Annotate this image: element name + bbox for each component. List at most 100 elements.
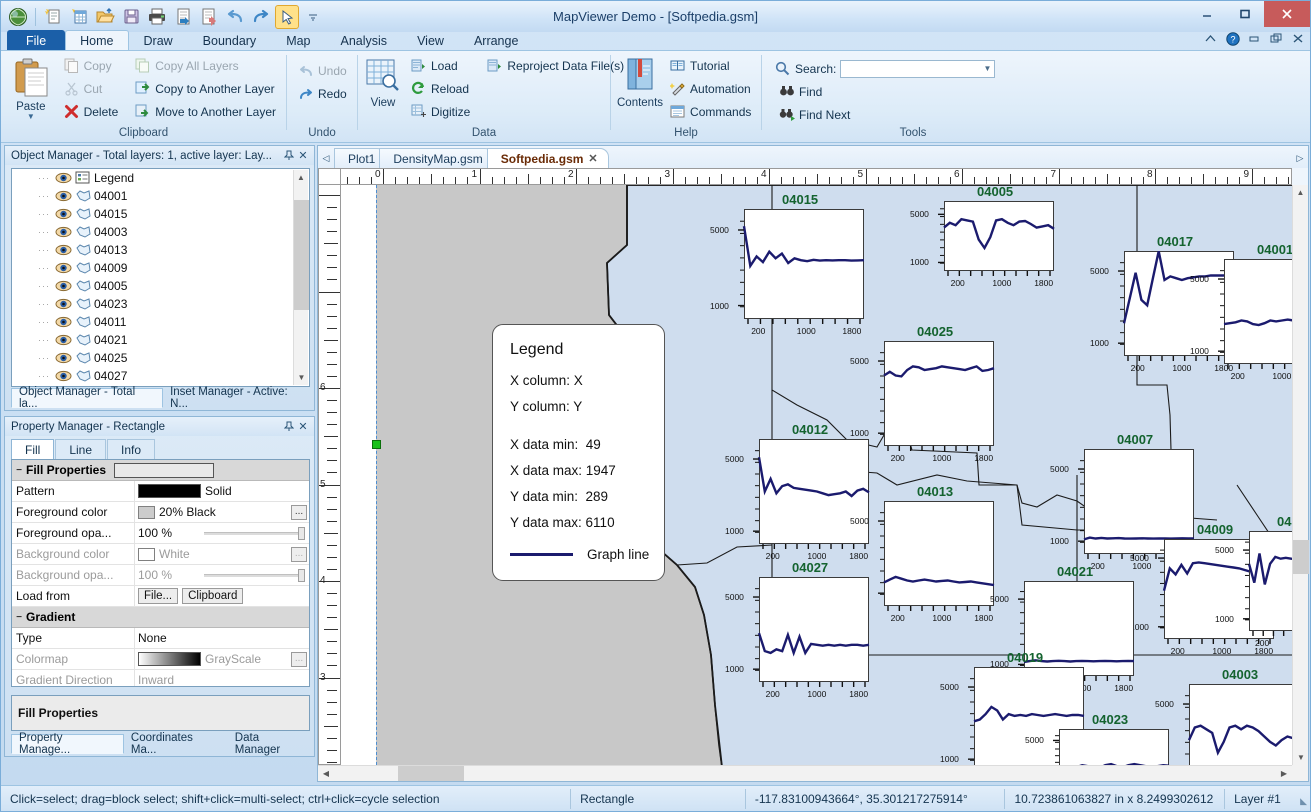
ribbon-tab-file[interactable]: File: [7, 30, 66, 51]
ribbon-tab-analysis[interactable]: Analysis: [326, 30, 403, 51]
redo-button[interactable]: Redo: [293, 83, 351, 104]
visibility-eye-icon[interactable]: [55, 280, 72, 293]
dock-tab-object-manager[interactable]: Object Manager - Total la...: [11, 386, 164, 410]
tab-fill[interactable]: Fill: [11, 439, 55, 460]
scroll-up-icon[interactable]: ▲: [1293, 185, 1308, 200]
visibility-eye-icon[interactable]: [55, 352, 72, 365]
section-expander-icon[interactable]: −: [12, 465, 26, 476]
dock-tab-data-manager[interactable]: Data Manager: [228, 732, 314, 756]
help-icon[interactable]: ?: [1225, 31, 1240, 46]
delete-button[interactable]: Delete: [59, 101, 123, 122]
ribbon-tab-draw[interactable]: Draw: [129, 30, 188, 51]
object-tree-item-04009[interactable]: ··· 04009: [12, 259, 309, 277]
pin-icon[interactable]: [282, 420, 296, 434]
copy-button[interactable]: Copy: [59, 55, 123, 76]
tab-line[interactable]: Line: [55, 439, 107, 460]
inset-plot-04011[interactable]: 040115000100020010001800: [1213, 514, 1292, 648]
mdi-restore-icon[interactable]: [1269, 31, 1284, 46]
visibility-eye-icon[interactable]: [55, 226, 72, 239]
property-row-colormap[interactable]: Colormap GrayScale ...: [12, 649, 309, 670]
inset-plot-04015[interactable]: 04015 5000 1000 200 1000 1800: [708, 192, 874, 336]
vertical-ruler[interactable]: 6 5 4 3: [318, 168, 341, 765]
scroll-down-icon[interactable]: ▼: [294, 370, 309, 385]
doc-tab-softpedia[interactable]: Softpedia.gsm ✕: [486, 148, 609, 168]
maximize-button[interactable]: [1226, 1, 1264, 27]
print-icon[interactable]: [145, 5, 169, 29]
color-picker-button[interactable]: ...: [291, 546, 307, 562]
cut-button[interactable]: Cut: [59, 78, 123, 99]
opacity-slider[interactable]: [204, 526, 305, 540]
tutorial-button[interactable]: Tutorial: [665, 55, 755, 76]
property-row-background-color[interactable]: Background color White ...: [12, 544, 309, 565]
app-globe-icon[interactable]: [6, 5, 30, 29]
object-tree-item-04011[interactable]: ··· 04011: [12, 313, 309, 331]
doc-tab-densitymap[interactable]: DensityMap.gsm: [379, 148, 494, 168]
scroll-up-icon[interactable]: ▲: [294, 170, 308, 185]
object-tree-item-04023[interactable]: ··· 04023: [12, 295, 309, 313]
visibility-eye-icon[interactable]: [55, 244, 72, 257]
inset-plot-04023[interactable]: 040235000100020010001800: [1023, 712, 1179, 765]
automation-button[interactable]: Automation: [665, 78, 755, 99]
open-icon[interactable]: [93, 5, 117, 29]
inset-plot-04005[interactable]: 04005 5000 1000 200 1000 1800: [908, 185, 1064, 288]
object-tree-scrollbar[interactable]: ▲ ▼: [293, 170, 309, 385]
scroll-down-icon[interactable]: ▼: [1293, 750, 1309, 765]
visibility-eye-icon[interactable]: [55, 334, 72, 347]
property-section-header[interactable]: − Gradient: [12, 607, 309, 628]
tab-info[interactable]: Info: [107, 439, 156, 460]
view-button[interactable]: View: [364, 55, 402, 109]
scroll-thumb[interactable]: [398, 766, 464, 781]
scroll-right-icon[interactable]: ▶: [1276, 766, 1292, 781]
object-tree-item-legend[interactable]: ··· Legend: [12, 169, 309, 187]
inset-plot-04027[interactable]: 04027 5000 1000 200 1000 1800: [723, 560, 879, 699]
find-next-button[interactable]: Find Next: [774, 104, 995, 125]
digitize-button[interactable]: Digitize: [406, 101, 474, 122]
horizontal-ruler[interactable]: 0 1 2 3 4 5 6 7 8 9: [341, 168, 1292, 185]
visibility-eye-icon[interactable]: [55, 370, 72, 383]
redo-icon[interactable]: [249, 5, 273, 29]
property-row-gradient-type[interactable]: Type None: [12, 628, 309, 649]
property-section-header[interactable]: − Fill Properties: [12, 460, 309, 481]
doc-tab-close-icon[interactable]: ✕: [588, 152, 597, 165]
load-from-clipboard-button[interactable]: Clipboard: [182, 588, 244, 604]
doc-tab-next-icon[interactable]: ▷: [1292, 148, 1308, 168]
dock-tab-coordinates-manager[interactable]: Coordinates Ma...: [124, 732, 228, 756]
copy-to-another-layer-button[interactable]: Copy to Another Layer: [130, 78, 280, 99]
object-tree-item-04015[interactable]: ··· 04015: [12, 205, 309, 223]
collapse-ribbon-icon[interactable]: [1203, 31, 1218, 46]
select-arrow-icon[interactable]: [275, 4, 299, 29]
paste-dropdown-arrow[interactable]: ▼: [27, 113, 35, 121]
ribbon-tab-view[interactable]: View: [402, 30, 459, 51]
section-expander-icon[interactable]: −: [12, 612, 26, 623]
undo-button[interactable]: Undo: [293, 60, 351, 81]
map-legend[interactable]: Legend X column: X Y column: Y X data mi…: [492, 324, 665, 581]
object-tree-item-04001[interactable]: ··· 04001: [12, 187, 309, 205]
inset-plot-04001[interactable]: 040015000100020010001800: [1188, 242, 1292, 381]
dock-tab-inset-manager[interactable]: Inset Manager - Active: N...: [163, 386, 314, 410]
object-tree-item-04021[interactable]: ··· 04021: [12, 331, 309, 349]
new-plot-icon[interactable]: [41, 5, 65, 29]
opacity-slider[interactable]: [204, 568, 305, 582]
undo-icon[interactable]: [223, 5, 247, 29]
color-swatch[interactable]: [138, 505, 155, 519]
doc-tab-prev-icon[interactable]: ◁: [318, 148, 334, 168]
map-canvas[interactable]: Legend X column: X Y column: Y X data mi…: [341, 185, 1292, 765]
minimize-button[interactable]: [1188, 1, 1226, 27]
colormap-picker-button[interactable]: ...: [291, 651, 307, 667]
export-icon[interactable]: [197, 5, 221, 29]
property-row-background-opacity[interactable]: Background opa... 100 %: [12, 565, 309, 586]
reproject-data-files-button[interactable]: Reproject Data File(s): [482, 55, 628, 76]
close-button[interactable]: [1264, 1, 1310, 27]
mdi-minimize-icon[interactable]: [1247, 31, 1262, 46]
visibility-eye-icon[interactable]: [55, 298, 72, 311]
object-manager-tree[interactable]: ··· Legend ··· 04001 ··· 04015 ··· 04003 ··· 0401…: [11, 168, 310, 387]
resize-grip-icon[interactable]: ◣: [1294, 791, 1310, 807]
reload-button[interactable]: Reload: [406, 78, 474, 99]
scroll-thumb[interactable]: [294, 200, 309, 310]
selection-handle[interactable]: [372, 440, 381, 449]
copy-all-layers-button[interactable]: Copy All Layers: [130, 55, 280, 76]
property-row-gradient-direction[interactable]: Gradient Direction Inward: [12, 670, 309, 686]
map-page[interactable]: Legend X column: X Y column: Y X data mi…: [376, 185, 1292, 765]
color-swatch[interactable]: [138, 547, 155, 561]
mdi-close-icon[interactable]: [1291, 31, 1306, 46]
